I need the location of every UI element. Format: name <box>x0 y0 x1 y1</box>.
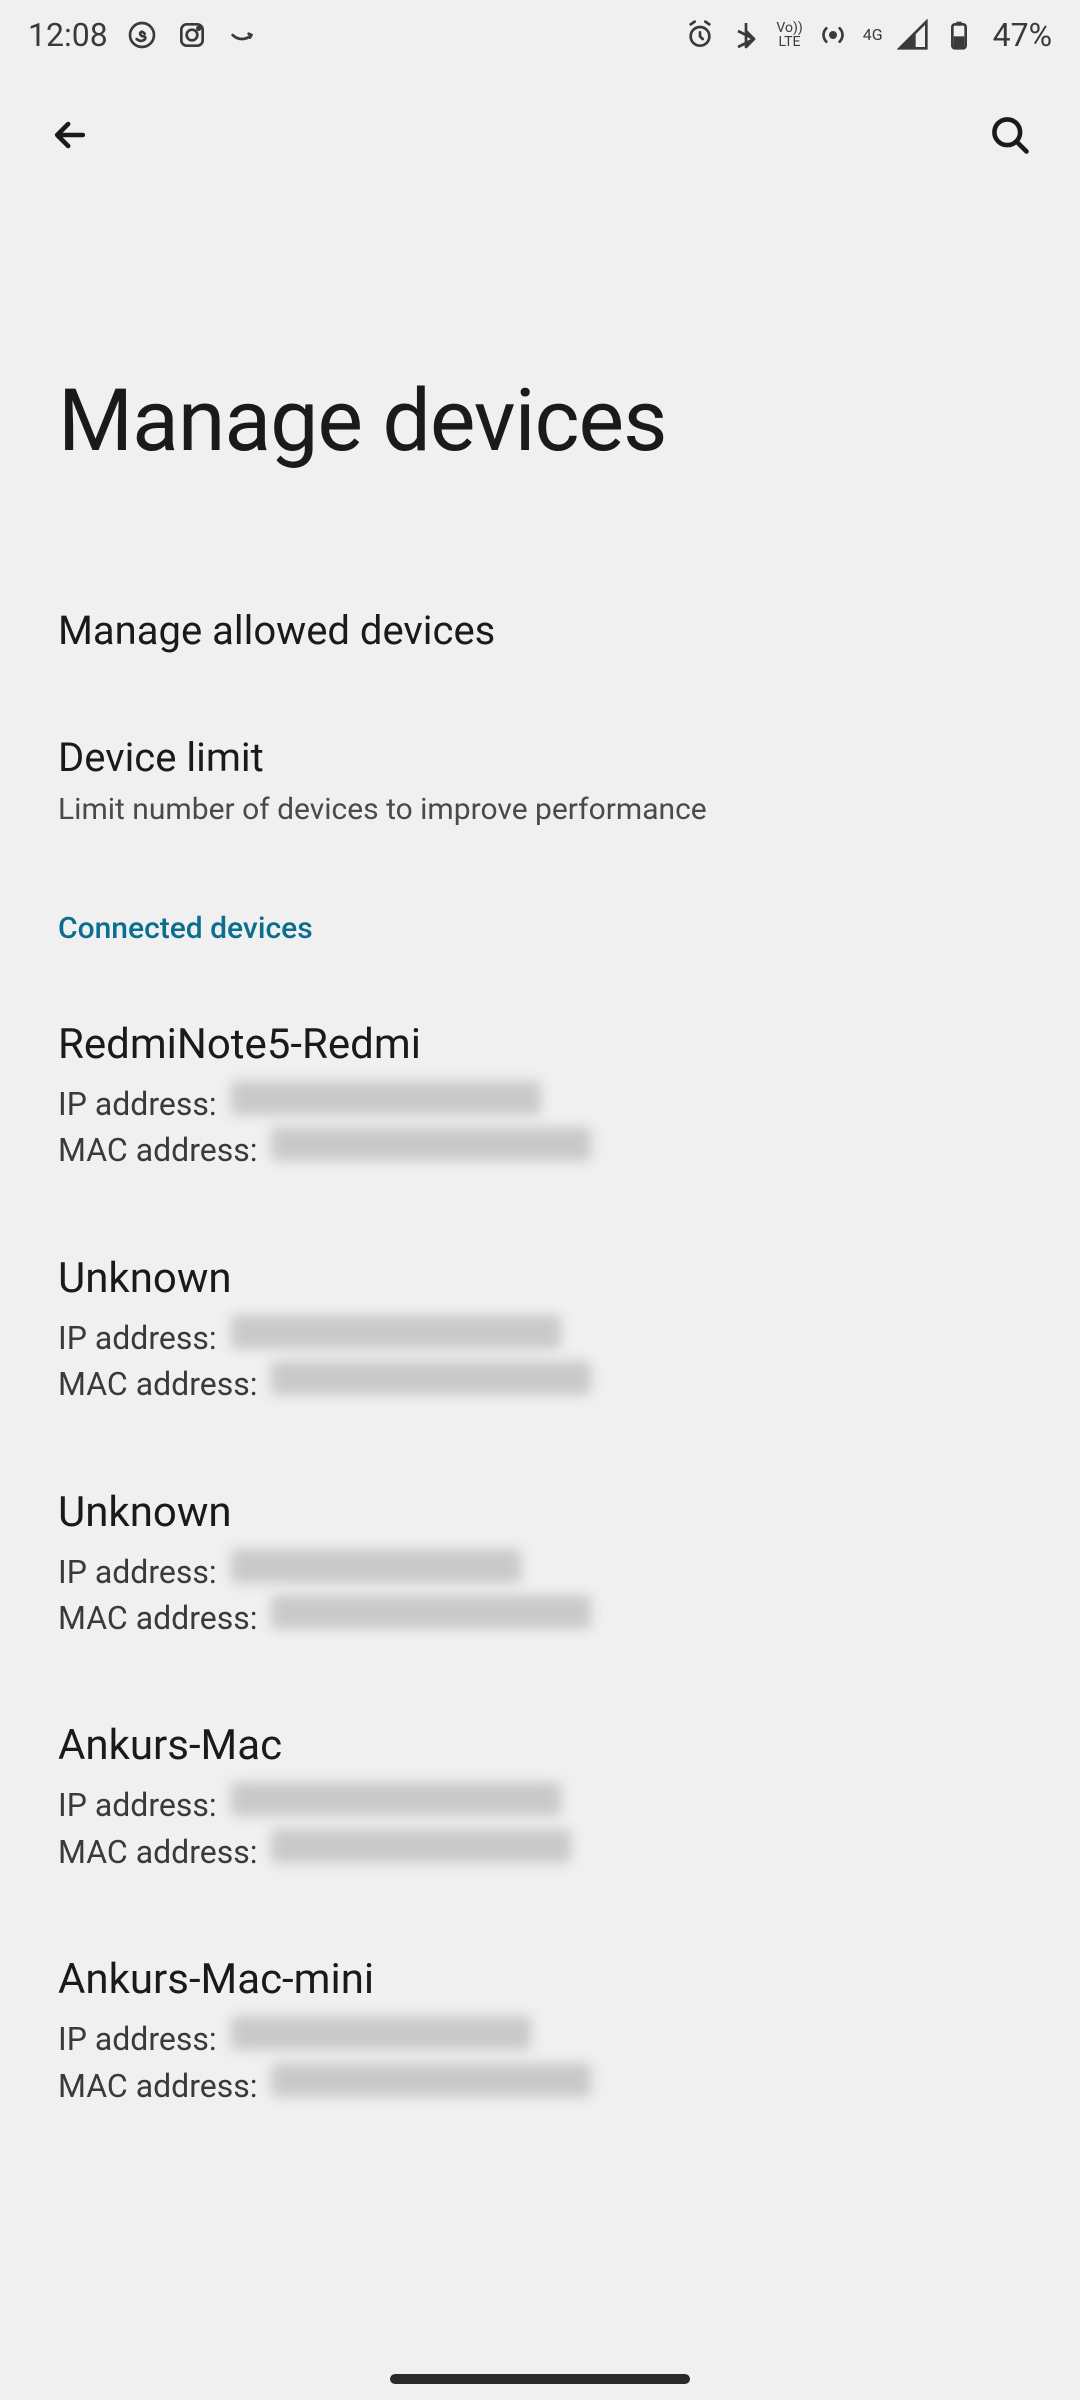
search-button[interactable] <box>980 105 1040 165</box>
status-time: 12:08 <box>28 16 108 54</box>
ip-label: IP address: <box>58 1782 225 1828</box>
device-name: Unknown <box>58 1488 1022 1537</box>
device-limit-item[interactable]: Device limit Limit number of devices to … <box>0 698 1080 867</box>
page-title: Manage devices <box>0 180 1080 571</box>
mac-value-redacted <box>271 1829 571 1863</box>
alarm-icon <box>684 19 716 51</box>
connected-devices-header: Connected devices <box>0 867 1080 970</box>
mac-label: MAC address: <box>58 1127 265 1173</box>
signal-icon <box>897 19 929 51</box>
ip-value-redacted <box>231 1081 541 1115</box>
ip-value-redacted <box>231 1782 561 1816</box>
device-item[interactable]: RedmiNote5-Redmi IP address: MAC address: <box>0 970 1080 1204</box>
device-ip-line: IP address: <box>58 1782 1022 1828</box>
device-mac-line: MAC address: <box>58 2063 1022 2109</box>
back-button[interactable] <box>40 105 100 165</box>
status-bar: 12:08 Vo)) LTE 4G 47% <box>0 0 1080 70</box>
mac-value-redacted <box>271 1361 591 1395</box>
mac-value-redacted <box>271 2063 591 2097</box>
device-mac-line: MAC address: <box>58 1595 1022 1641</box>
network-type-label: 4G <box>863 27 883 43</box>
mac-value-redacted <box>271 1127 591 1161</box>
ip-label: IP address: <box>58 1315 225 1361</box>
bluetooth-icon <box>730 19 762 51</box>
status-left: 12:08 <box>28 16 258 54</box>
device-name: Unknown <box>58 1254 1022 1303</box>
whatsapp-icon <box>126 19 158 51</box>
device-ip-line: IP address: <box>58 1549 1022 1595</box>
amazon-icon <box>226 19 258 51</box>
ip-value-redacted <box>231 2016 531 2050</box>
mac-value-redacted <box>271 1595 591 1629</box>
device-mac-line: MAC address: <box>58 1361 1022 1407</box>
ip-label: IP address: <box>58 1081 225 1127</box>
device-ip-line: IP address: <box>58 1315 1022 1361</box>
ip-label: IP address: <box>58 1549 225 1595</box>
instagram-icon <box>176 19 208 51</box>
manage-allowed-devices-item[interactable]: Manage allowed devices <box>0 571 1080 698</box>
device-ip-line: IP address: <box>58 1081 1022 1127</box>
device-mac-line: MAC address: <box>58 1829 1022 1875</box>
devices-list: RedmiNote5-Redmi IP address: MAC address:… <box>0 970 1080 2139</box>
device-name: Ankurs-Mac-mini <box>58 1955 1022 2004</box>
ip-value-redacted <box>231 1315 561 1349</box>
app-bar <box>0 90 1080 180</box>
battery-text: 47% <box>993 16 1052 54</box>
device-ip-line: IP address: <box>58 2016 1022 2062</box>
mac-label: MAC address: <box>58 2063 265 2109</box>
device-item[interactable]: Unknown IP address: MAC address: <box>0 1438 1080 1672</box>
item-title: Device limit <box>58 734 1022 781</box>
hotspot-icon <box>817 19 849 51</box>
status-right: Vo)) LTE 4G 47% <box>684 16 1052 54</box>
device-name: Ankurs-Mac <box>58 1721 1022 1770</box>
mac-label: MAC address: <box>58 1595 265 1641</box>
ip-value-redacted <box>231 1549 521 1583</box>
volte-icon: Vo)) LTE <box>776 21 802 49</box>
device-item[interactable]: Ankurs-Mac-mini IP address: MAC address: <box>0 1905 1080 2139</box>
device-item[interactable]: Ankurs-Mac IP address: MAC address: <box>0 1671 1080 1905</box>
item-title: Manage allowed devices <box>58 607 1022 654</box>
mac-label: MAC address: <box>58 1829 265 1875</box>
item-subtitle: Limit number of devices to improve perfo… <box>58 789 1022 831</box>
device-mac-line: MAC address: <box>58 1127 1022 1173</box>
navigation-handle[interactable] <box>390 2374 690 2384</box>
battery-icon <box>943 19 975 51</box>
device-item[interactable]: Unknown IP address: MAC address: <box>0 1204 1080 1438</box>
device-name: RedmiNote5-Redmi <box>58 1020 1022 1069</box>
ip-label: IP address: <box>58 2016 225 2062</box>
mac-label: MAC address: <box>58 1361 265 1407</box>
